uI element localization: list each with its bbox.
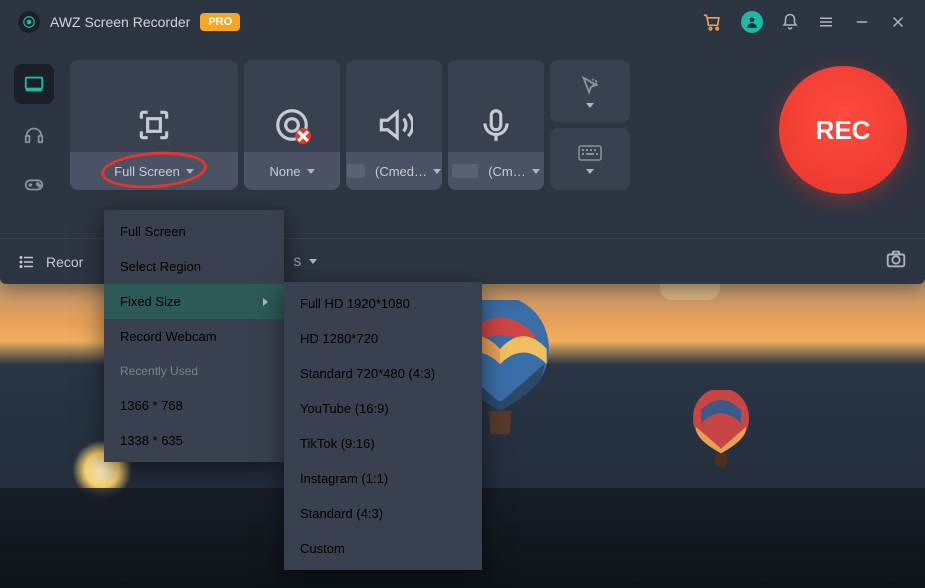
region-dropdown[interactable]: Full Screen — [70, 152, 238, 190]
region-label: Full Screen — [114, 164, 180, 179]
menu-item-recent[interactable]: 1366 * 768 — [104, 388, 284, 423]
recordings-label: Recor — [46, 254, 83, 270]
mic-icon — [477, 106, 515, 144]
menu-icon[interactable] — [817, 13, 835, 31]
bottom-dropdown[interactable]: s — [293, 253, 317, 271]
chevron-down-icon — [586, 103, 594, 108]
menu-item-fullscreen[interactable]: Full Screen — [104, 214, 284, 249]
webcam-icon — [273, 106, 311, 144]
cursor-panel[interactable] — [550, 60, 630, 122]
submenu-item[interactable]: YouTube (16:9) — [284, 391, 482, 426]
screenshot-button[interactable] — [885, 248, 907, 275]
app-logo — [18, 11, 40, 33]
keyboard-panel[interactable] — [550, 128, 630, 190]
recordings-button[interactable]: Recor — [18, 253, 83, 271]
submenu-item[interactable]: Custom — [284, 531, 482, 566]
speaker-icon — [375, 106, 413, 144]
region-icon — [135, 106, 173, 144]
thumb-icon — [452, 164, 478, 178]
submenu-item[interactable]: Full HD 1920*1080 — [284, 286, 482, 321]
webcam-panel[interactable]: None — [244, 60, 340, 190]
balloon-decoration — [686, 390, 756, 470]
tab-game[interactable] — [14, 164, 54, 204]
thumb-icon — [347, 164, 365, 178]
speaker-panel[interactable]: (Cmed… — [346, 60, 442, 190]
list-icon — [18, 253, 36, 271]
region-dropdown-menu: Full Screen Select Region Fixed Size Rec… — [104, 210, 284, 462]
tab-screen[interactable] — [14, 64, 54, 104]
chevron-down-icon — [586, 169, 594, 174]
speaker-dropdown[interactable]: (Cmed… — [346, 152, 442, 190]
submenu-item[interactable]: Standard (4:3) — [284, 496, 482, 531]
side-tabs — [0, 44, 64, 224]
close-icon[interactable] — [889, 13, 907, 31]
bell-icon[interactable] — [781, 13, 799, 31]
webcam-dropdown[interactable]: None — [244, 152, 340, 190]
chevron-down-icon — [532, 169, 540, 174]
webcam-label: None — [269, 164, 300, 179]
camera-icon — [885, 248, 907, 270]
fixed-size-submenu: Full HD 1920*1080 HD 1280*720 Standard 7… — [284, 282, 482, 570]
mic-panel[interactable]: (Cm… — [448, 60, 544, 190]
menu-item-fixed-size[interactable]: Fixed Size — [104, 284, 284, 319]
submenu-item[interactable]: HD 1280*720 — [284, 321, 482, 356]
record-button[interactable]: REC — [779, 66, 907, 194]
cursor-icon — [579, 75, 601, 97]
chevron-down-icon — [309, 259, 317, 264]
submenu-item[interactable]: Instagram (1:1) — [284, 461, 482, 496]
keyboard-icon — [578, 145, 602, 163]
menu-item-recent[interactable]: 1338 * 635 — [104, 423, 284, 458]
tab-audio[interactable] — [14, 114, 54, 154]
menu-section-recent: Recently Used — [104, 354, 284, 388]
record-label: REC — [816, 115, 871, 146]
chevron-right-icon — [263, 298, 268, 306]
pro-badge: PRO — [200, 13, 240, 31]
submenu-item[interactable]: TikTok (9:16) — [284, 426, 482, 461]
mic-dropdown[interactable]: (Cm… — [448, 152, 544, 190]
speaker-label: (Cmed… — [375, 164, 427, 179]
app-title: AWZ Screen Recorder — [50, 14, 190, 30]
source-panels: Full Screen None (Cmed… — [64, 44, 771, 190]
cart-icon[interactable] — [703, 12, 723, 32]
logo-icon — [22, 15, 36, 29]
submenu-item[interactable]: Standard 720*480 (4:3) — [284, 356, 482, 391]
region-panel[interactable]: Full Screen — [70, 60, 238, 190]
minimize-icon[interactable] — [853, 13, 871, 31]
menu-item-select-region[interactable]: Select Region — [104, 249, 284, 284]
chevron-down-icon — [433, 169, 441, 174]
chevron-down-icon — [307, 169, 315, 174]
avatar-icon[interactable] — [741, 11, 763, 33]
menu-item-record-webcam[interactable]: Record Webcam — [104, 319, 284, 354]
titlebar: AWZ Screen Recorder PRO — [0, 0, 925, 44]
main-row: Full Screen None (Cmed… — [0, 44, 925, 224]
chevron-down-icon — [186, 169, 194, 174]
mic-label: (Cm… — [488, 164, 526, 179]
